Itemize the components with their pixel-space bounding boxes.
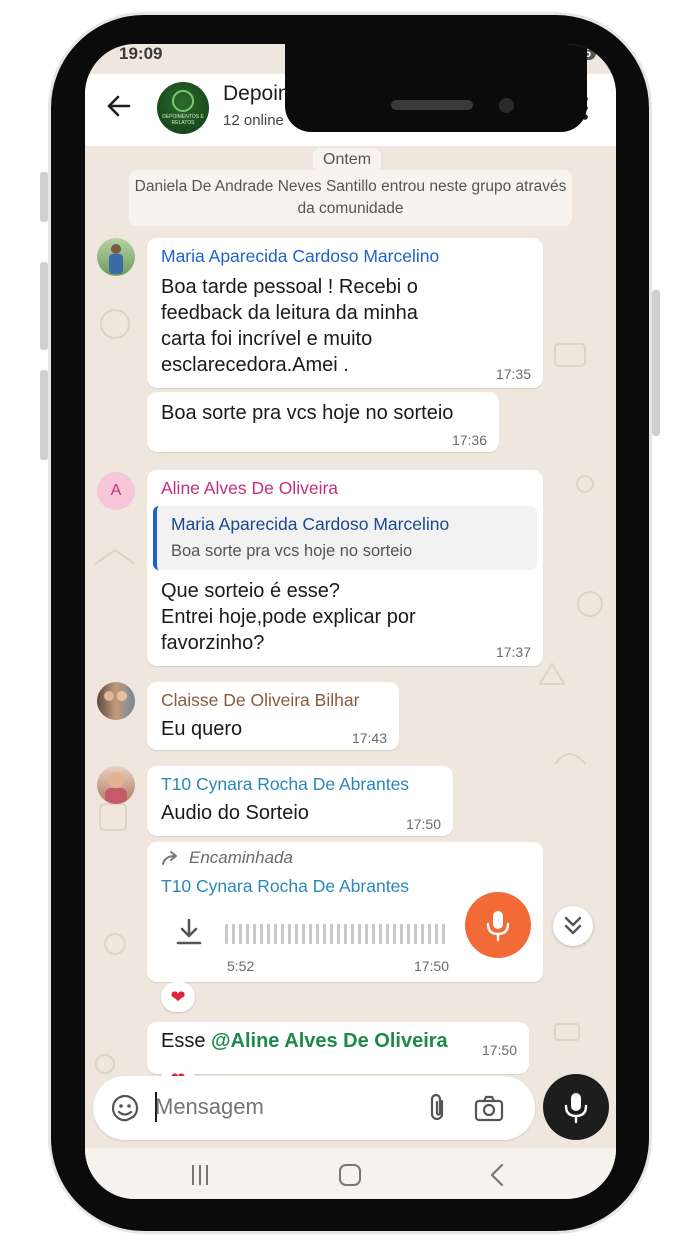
back-nav-icon[interactable]: [483, 1160, 513, 1190]
forward-icon: [162, 851, 177, 865]
quoted-message[interactable]: Maria Aparecida Cardoso Marcelino Boa so…: [153, 506, 537, 570]
tree-logo-icon: [172, 90, 194, 112]
avatar[interactable]: [97, 682, 135, 720]
phone-side-button: [40, 172, 48, 222]
message-text: Audio do Sorteio: [161, 802, 309, 824]
message-text: Boa sorte pra vcs hoje no sorteio: [161, 402, 454, 424]
quoted-sender: Maria Aparecida Cardoso Marcelino: [171, 514, 450, 534]
phone-side-button: [40, 262, 48, 350]
message-input-bar: [93, 1076, 535, 1140]
camera-icon[interactable]: [473, 1092, 505, 1124]
forwarded-label: Encaminhada: [189, 848, 293, 867]
message-time: 17:50: [405, 816, 441, 832]
reaction-heart[interactable]: ❤: [161, 982, 195, 1012]
message-text: Eu quero: [161, 718, 243, 740]
phone-side-button: [652, 290, 660, 436]
double-chevron-down-icon: [564, 916, 582, 935]
system-nav-bar: [85, 1148, 616, 1199]
voice-record-button[interactable]: [543, 1074, 609, 1140]
message-sender[interactable]: Claisse De Oliveira Bilhar: [161, 690, 359, 711]
message-bubble[interactable]: T10 Cynara Rocha De Abrantes Audio do So…: [147, 766, 453, 836]
avatar[interactable]: [97, 238, 135, 276]
group-avatar-logo-text: DEPOIMENTOS E RELATOS: [162, 114, 204, 126]
message-time: 17:35: [495, 366, 531, 382]
chat-area[interactable]: Ontem Daniela De Andrade Neves Santillo …: [85, 146, 616, 1076]
message-text-prefix: Esse: [161, 1030, 212, 1052]
audio-waveform[interactable]: [225, 924, 449, 944]
front-camera: [499, 98, 514, 113]
recent-apps-icon[interactable]: [185, 1160, 215, 1190]
message-bubble[interactable]: Esse @Aline Alves De Oliveira 17:50: [147, 1022, 529, 1074]
message-bubble[interactable]: Claisse De Oliveira Bilhar Eu quero 17:4…: [147, 682, 399, 750]
group-online-count: 12 online: [223, 112, 284, 129]
avatar[interactable]: A: [97, 472, 135, 510]
message-bubble[interactable]: Boa sorte pra vcs hoje no sorteio 17:36: [147, 392, 499, 452]
back-arrow-icon[interactable]: [105, 92, 133, 120]
audio-message-bubble[interactable]: Encaminhada T10 Cynara Rocha De Abrantes…: [147, 842, 543, 982]
audio-duration: 5:52: [227, 958, 255, 974]
message-sender[interactable]: T10 Cynara Rocha De Abrantes: [161, 774, 409, 795]
group-avatar[interactable]: DEPOIMENTOS E RELATOS: [157, 82, 209, 134]
message-bubble[interactable]: Aline Alves De Oliveira Maria Aparecida …: [147, 470, 543, 666]
download-icon[interactable]: [173, 916, 205, 948]
audio-mic-badge: [465, 892, 531, 958]
avatar-initial: A: [110, 482, 122, 499]
message-input[interactable]: [155, 1094, 405, 1120]
message-time: 17:50: [481, 1042, 517, 1058]
scroll-to-bottom-button[interactable]: [553, 906, 593, 946]
message-sender[interactable]: T10 Cynara Rocha De Abrantes: [161, 876, 409, 897]
message-text: Boa tarde pessoal ! Recebi o feedback da…: [161, 276, 418, 376]
message-text: Esse @Aline Alves De Oliveira: [161, 1028, 448, 1054]
quoted-text: Boa sorte pra vcs hoje no sorteio: [171, 542, 413, 560]
message-time: 17:37: [495, 644, 531, 660]
sticker-emoji-icon[interactable]: [109, 1092, 141, 1124]
message-time: 17:50: [413, 958, 449, 974]
message-sender[interactable]: Maria Aparecida Cardoso Marcelino: [161, 246, 439, 267]
microphone-icon: [564, 1093, 588, 1124]
message-time: 17:43: [351, 730, 387, 746]
microphone-icon: [486, 911, 510, 942]
avatar[interactable]: [97, 766, 135, 804]
message-text: Que sorteio é esse? Entrei hoje,pode exp…: [161, 580, 416, 654]
message-bubble[interactable]: Maria Aparecida Cardoso Marcelino Boa ta…: [147, 238, 543, 388]
attachment-icon[interactable]: [423, 1092, 453, 1124]
message-sender[interactable]: Aline Alves De Oliveira: [161, 478, 338, 499]
date-divider: Ontem: [313, 148, 382, 172]
system-message: Daniela De Andrade Neves Santillo entrou…: [129, 170, 572, 226]
status-time: 19:09: [119, 44, 163, 63]
home-icon[interactable]: [335, 1160, 365, 1190]
phone-side-button: [40, 370, 48, 460]
mention-link[interactable]: @Aline Alves De Oliveira: [211, 1030, 448, 1052]
phone-screen: 19:09 ▮▮▮ ⊘ 75 DEPOIMENTOS E RELATOS Dep…: [85, 44, 616, 1199]
camera-notch: [285, 44, 587, 132]
earpiece-speaker: [391, 100, 473, 110]
message-time: 17:36: [451, 432, 487, 448]
